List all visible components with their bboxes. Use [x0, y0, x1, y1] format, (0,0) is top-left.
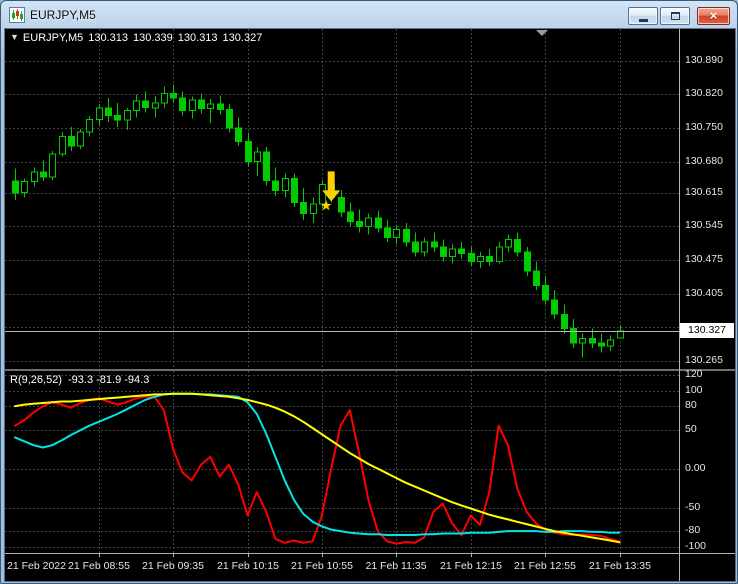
window-icon: [9, 7, 25, 23]
time-axis-tick: [620, 554, 621, 557]
indicator-values: -93.3 -81.9 -94.3: [67, 374, 150, 386]
panel-separator[interactable]: [5, 369, 735, 371]
indicator-scale-label: 0.00: [685, 462, 706, 474]
chart-window: EURJPY,M5 × ▼ EURJPY,M5 130.313 130.339 130.…: [0, 0, 738, 584]
time-axis-label: 21 Feb 10:15: [217, 560, 279, 572]
indicator-scale-label: 100: [685, 384, 703, 396]
time-axis-tick: [396, 554, 397, 557]
indicator-scale-label: 50: [685, 423, 697, 435]
price-scale-label: 130.890: [685, 54, 723, 66]
indicator-line-yellow: [14, 392, 621, 544]
indicator-scale-label: -100: [685, 540, 707, 552]
price-scale-label: 130.265: [685, 354, 723, 366]
price-scale-label: 130.820: [685, 87, 723, 99]
indicator-scale-label: -80: [685, 524, 701, 536]
price-scale-label: 130.545: [685, 219, 723, 231]
time-axis-label: 21 Feb 08:55: [68, 560, 130, 572]
time-axis-label: 21 Feb 11:35: [365, 560, 427, 572]
close-button[interactable]: ×: [697, 7, 730, 25]
time-axis-tick: [248, 554, 249, 557]
maximize-icon: [670, 12, 680, 20]
price-scale-label: 130.680: [685, 155, 723, 167]
indicator-readout: R(9,26,52) -93.3 -81.9 -94.3: [10, 374, 155, 386]
indicator-scale-label: 80: [685, 399, 697, 411]
maximize-button[interactable]: [660, 7, 690, 25]
main-price-panel[interactable]: [5, 29, 679, 369]
time-axis-label: 21 Feb 10:55: [291, 560, 353, 572]
price-scale[interactable]: 130.890 130.820 130.750 130.680 130.615 130.5…: [680, 29, 735, 581]
window-controls: ×: [626, 7, 730, 25]
main-chart-svg[interactable]: [5, 29, 679, 369]
symbol-label: EURJPY,M5: [22, 32, 84, 44]
low-value: 130.313: [177, 32, 218, 44]
chart-shift-marker: [536, 30, 548, 36]
price-scale-label: 130.750: [685, 121, 723, 133]
minimize-icon: [638, 18, 648, 22]
price-scale-label: 130.405: [685, 287, 723, 299]
high-value: 130.339: [133, 32, 173, 44]
time-axis[interactable]: 21 Feb 2022 21 Feb 08:55 21 Feb 09:35 21 Fe…: [5, 554, 679, 581]
time-axis-tick: [99, 554, 100, 557]
current-price-box: 130.327: [680, 323, 734, 338]
time-axis-label: 21 Feb 12:15: [440, 560, 502, 572]
time-axis-tick: [471, 554, 472, 557]
chart-area[interactable]: ▼ EURJPY,M5 130.313 130.339 130.313 130.327 R…: [4, 28, 736, 582]
candles: [12, 84, 624, 358]
indicator-scale-label: -50: [685, 501, 701, 513]
window-title: EURJPY,M5: [30, 8, 96, 22]
time-axis-label: 21 Feb 09:35: [142, 560, 204, 572]
one-click-collapse-icon[interactable]: ▼: [10, 32, 19, 42]
indicator-scale-label: 120: [685, 368, 703, 380]
indicator-panel[interactable]: [5, 371, 679, 553]
close-value: 130.327: [222, 32, 263, 44]
time-axis-tick: [322, 554, 323, 557]
time-axis-tick: [173, 554, 174, 557]
ohlc-readout: ▼ EURJPY,M5 130.313 130.339 130.313 130.327: [10, 32, 267, 44]
open-value: 130.313: [88, 32, 129, 44]
price-scale-label: 130.475: [685, 253, 723, 265]
indicator-svg[interactable]: [5, 371, 679, 553]
indicator-name: R(9,26,52): [10, 374, 62, 386]
time-axis-label: 21 Feb 13:35: [589, 560, 651, 572]
titlebar[interactable]: EURJPY,M5 ×: [1, 1, 737, 29]
time-axis-label: 21 Feb 12:55: [514, 560, 576, 572]
minimize-button[interactable]: [628, 7, 658, 25]
close-icon: ×: [709, 8, 718, 23]
price-scale-label: 130.615: [685, 186, 723, 198]
time-axis-tick: [545, 554, 546, 557]
